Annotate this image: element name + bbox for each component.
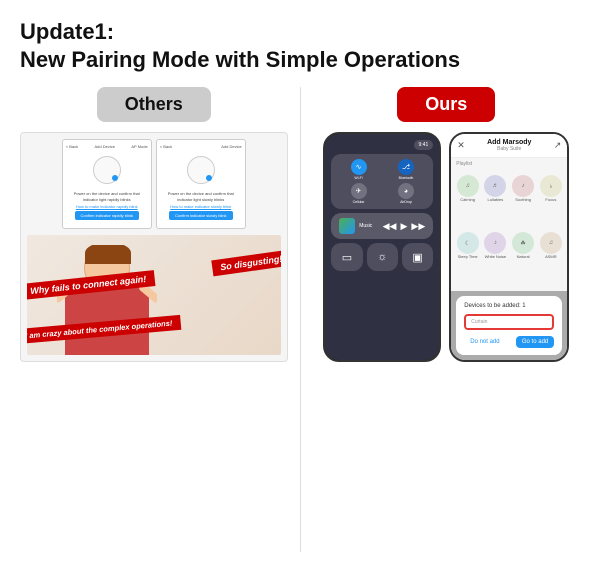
music-info: Music <box>339 218 372 234</box>
app-items-grid: ♫ Calming ♬ Lullabies ♪ Soothing <box>451 170 567 291</box>
mini-screen-1: < Back Add Device AP Mode Power on the d… <box>62 139 152 229</box>
cc-status-bar: 9:41 <box>331 140 433 150</box>
music-thumbnail <box>339 218 355 234</box>
dialog-box: Devices to be added: 1 Curtain Do not ad… <box>456 296 562 355</box>
screen-mirror-tile[interactable]: ▭ <box>331 243 362 271</box>
mini-text-2: Power on the device and confirm that ind… <box>160 191 242 202</box>
list-item[interactable]: ♫ Calming <box>455 175 480 229</box>
list-item[interactable]: ☘ Natural <box>511 232 536 286</box>
cc-time: 9:41 <box>414 140 434 150</box>
header: Update1: New Pairing Mode with Simple Op… <box>20 18 580 73</box>
camera-icon: ▣ <box>412 251 422 264</box>
dialog-overlay: Devices to be added: 1 Curtain Do not ad… <box>451 291 567 360</box>
airdrop-toggle[interactable]: ◕ AirDrop <box>384 183 429 204</box>
wifi-icon: ∿ <box>351 159 367 175</box>
prev-track-button[interactable]: ◀◀ <box>383 221 397 232</box>
list-item[interactable]: ♪ Soothing <box>511 175 536 229</box>
dialog-buttons: Do not add Go to add <box>464 336 554 348</box>
phone-screens-row: < Back Add Device AP Mode Power on the d… <box>27 139 281 229</box>
ours-badge: Ours <box>397 87 495 122</box>
lullabies-icon: ♬ <box>484 175 506 197</box>
airdrop-icon: ◕ <box>398 183 414 199</box>
app-screen: ✕ Add Marsody Baby Suite ↗ Playlist <box>451 134 567 360</box>
screen-mirror-icon: ▭ <box>342 251 352 264</box>
mini-button-1[interactable]: Confirm indicator rapidly blink <box>75 211 139 220</box>
page: Update1: New Pairing Mode with Simple Op… <box>0 0 600 562</box>
next-track-button[interactable]: ▶▶ <box>411 221 425 232</box>
mini-button-2[interactable]: Confirm indicator slowly blink <box>169 211 233 220</box>
list-item[interactable]: ♪ White Noise <box>483 232 508 286</box>
brightness-tile[interactable]: ☼ <box>367 243 398 271</box>
section-label: Playlist <box>451 158 567 170</box>
wifi-toggle[interactable]: ∿ Wi-Fi <box>336 159 381 180</box>
go-to-add-button[interactable]: Go to add <box>516 336 554 348</box>
natural-icon: ☘ <box>512 232 534 254</box>
calming-icon: ♫ <box>457 175 479 197</box>
dialog-text: Devices to be added: 1 <box>464 303 554 309</box>
music-controls: ◀◀ ▶ ▶▶ <box>383 221 426 232</box>
mini-circle-dot-1 <box>112 175 118 181</box>
right-panel: Ours 9:41 ∿ Wi-Fi <box>313 87 581 552</box>
mini-screen-2: < Back Add Device Power on the device an… <box>156 139 246 229</box>
share-icon[interactable]: ↗ <box>554 140 562 151</box>
mini-link-1[interactable]: How to make indicator rapidly blink <box>76 204 138 209</box>
speech-banner-1: So disgusting! <box>211 250 280 277</box>
panel-divider <box>300 87 301 552</box>
mini-link-2[interactable]: How to make indicator slowly blink <box>170 204 231 209</box>
bluetooth-icon: ⎇ <box>398 159 414 175</box>
ours-phones: 9:41 ∿ Wi-Fi ⎇ Bluetooth <box>313 132 581 362</box>
do-not-add-button[interactable]: Do not add <box>464 336 505 348</box>
left-panel: Others < Back Add Device AP Mode <box>20 87 288 552</box>
camera-tile[interactable]: ▣ <box>402 243 433 271</box>
soothing-icon: ♪ <box>512 175 534 197</box>
music-tile[interactable]: Music ◀◀ ▶ ▶▶ <box>331 213 433 239</box>
content-row: Others < Back Add Device AP Mode <box>20 87 580 552</box>
person-area: So disgusting! Why fails to connect agai… <box>27 235 281 355</box>
cellular-toggle[interactable]: ✈ Cellular <box>336 183 381 204</box>
brightness-icon: ☼ <box>377 251 387 263</box>
mini-screen-1-header: < Back Add Device AP Mode <box>66 144 148 149</box>
list-item[interactable]: ☾ Sleep Time <box>455 232 480 286</box>
list-item[interactable]: ♭ Focus <box>539 175 564 229</box>
list-item[interactable]: ♫ ASMR <box>539 232 564 286</box>
person-hair <box>85 245 131 264</box>
back-icon[interactable]: ✕ <box>457 140 465 151</box>
mini-text-1: Power on the device and confirm that ind… <box>66 191 148 202</box>
bluetooth-toggle[interactable]: ⎇ Bluetooth <box>384 159 429 180</box>
focus-icon: ♭ <box>540 175 562 197</box>
connectivity-block: ∿ Wi-Fi ⎇ Bluetooth ✈ Cellular <box>331 154 433 209</box>
app-nav-bar: ✕ Add Marsody Baby Suite ↗ <box>451 134 567 158</box>
ios-control-center-phone: 9:41 ∿ Wi-Fi ⎇ Bluetooth <box>323 132 441 362</box>
play-button[interactable]: ▶ <box>400 221 407 232</box>
mini-circle-dot-2 <box>206 175 212 181</box>
mini-screen-2-header: < Back Add Device <box>160 144 242 149</box>
sleep-icon: ☾ <box>457 232 479 254</box>
device-name-input[interactable]: Curtain <box>464 314 554 330</box>
app-nav-titles: Add Marsody Baby Suite <box>487 139 531 152</box>
asmr-icon: ♫ <box>540 232 562 254</box>
control-center: 9:41 ∿ Wi-Fi ⎇ Bluetooth <box>325 134 439 360</box>
list-item[interactable]: ♬ Lullabies <box>483 175 508 229</box>
page-title: Update1: New Pairing Mode with Simple Op… <box>20 18 580 73</box>
mini-device-circle-1 <box>93 156 121 184</box>
cc-bottom-row: ▭ ☼ ▣ <box>331 243 433 271</box>
others-content-box: < Back Add Device AP Mode Power on the d… <box>20 132 288 362</box>
others-badge: Others <box>97 87 211 122</box>
app-screen-phone: ✕ Add Marsody Baby Suite ↗ Playlist <box>449 132 569 362</box>
cellular-icon: ✈ <box>351 183 367 199</box>
whitenoise-icon: ♪ <box>484 232 506 254</box>
mini-device-circle-2 <box>187 156 215 184</box>
